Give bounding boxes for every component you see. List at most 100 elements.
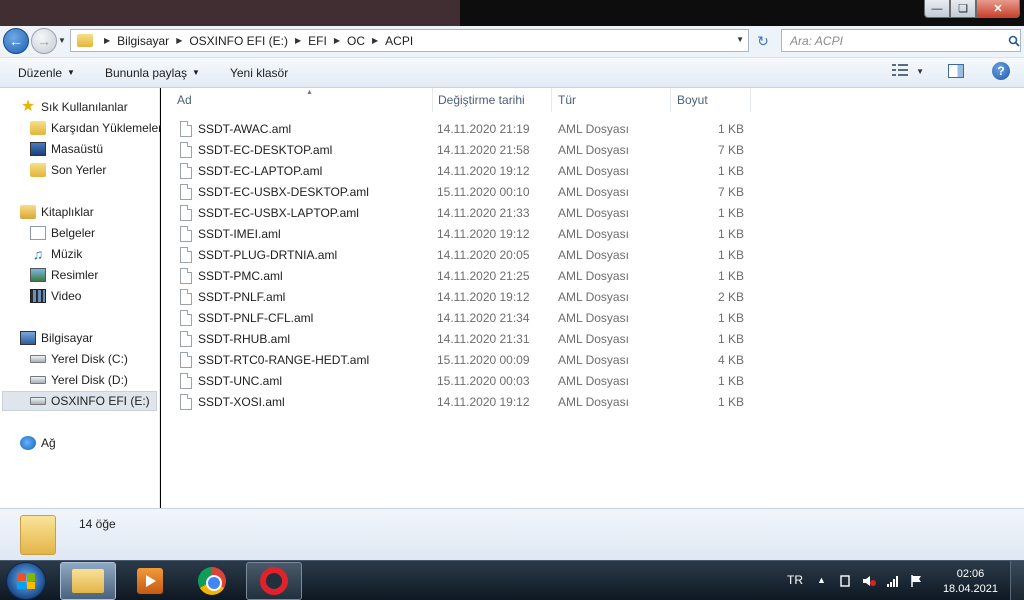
details-pane: 14 öğe bbox=[0, 508, 1024, 560]
table-row[interactable]: SSDT-EC-DESKTOP.aml 14.11.2020 21:58 AML D… bbox=[161, 140, 1024, 161]
table-row[interactable]: SSDT-PNLF-CFL.aml 14.11.2020 21:34 AML Dos… bbox=[161, 308, 1024, 329]
taskbar-explorer[interactable] bbox=[60, 562, 116, 600]
close-button[interactable]: ✕ bbox=[976, 0, 1020, 18]
breadcrumb-drive[interactable]: OSXINFO EFI (E:) bbox=[189, 34, 288, 48]
file-type: AML Dosyası bbox=[558, 311, 629, 325]
network-icon bbox=[20, 436, 36, 450]
column-header-label: Tür bbox=[558, 93, 576, 107]
file-name: SSDT-AWAC.aml bbox=[198, 122, 292, 136]
column-header-type[interactable]: Tür bbox=[552, 88, 671, 112]
breadcrumb-oc[interactable]: OC bbox=[347, 34, 365, 48]
search-icon[interactable] bbox=[1008, 35, 1020, 47]
address-dropdown-icon[interactable]: ▼ bbox=[736, 35, 744, 44]
sidebar-computer[interactable]: Bilgisayar bbox=[20, 328, 93, 348]
libraries-icon bbox=[20, 205, 36, 219]
breadcrumb-acpi[interactable]: ACPI bbox=[385, 34, 413, 48]
new-folder-button[interactable]: Yeni klasör bbox=[230, 66, 288, 80]
chevron-right-icon[interactable]: ▶ bbox=[104, 36, 110, 45]
opera-icon bbox=[260, 567, 288, 595]
view-options-icon[interactable] bbox=[892, 64, 909, 78]
file-size: 2 KB bbox=[717, 290, 744, 304]
sidebar-item-label: Video bbox=[51, 289, 82, 303]
chevron-right-icon[interactable]: ▶ bbox=[176, 36, 182, 45]
sidebar-network[interactable]: Ağ bbox=[20, 433, 56, 453]
organize-button[interactable]: Düzenle ▼ bbox=[18, 66, 75, 80]
view-dropdown-icon[interactable]: ▼ bbox=[916, 67, 924, 76]
file-name: SSDT-PMC.aml bbox=[198, 269, 283, 283]
sidebar-item-video[interactable]: Video bbox=[30, 286, 81, 306]
system-clock[interactable]: 02:06 18.04.2021 bbox=[943, 567, 998, 597]
file-type: AML Dosyası bbox=[558, 332, 629, 346]
help-icon[interactable]: ? bbox=[992, 62, 1010, 80]
file-size: 1 KB bbox=[717, 227, 744, 241]
sidebar-item-label: Kitaplıklar bbox=[41, 205, 94, 219]
share-button[interactable]: Bununla paylaş ▼ bbox=[105, 66, 200, 80]
start-button[interactable] bbox=[6, 562, 46, 600]
maximize-button[interactable]: ❏ bbox=[950, 0, 976, 18]
file-date: 14.11.2020 21:31 bbox=[437, 332, 530, 346]
sidebar-item-music[interactable]: ♫ Müzik bbox=[30, 244, 83, 264]
table-row[interactable]: SSDT-EC-LAPTOP.aml 14.11.2020 19:12 AML Do… bbox=[161, 161, 1024, 182]
documents-icon bbox=[30, 226, 46, 240]
chevron-right-icon[interactable]: ▶ bbox=[334, 36, 340, 45]
action-center-flag-icon[interactable] bbox=[910, 575, 924, 587]
sidebar-item-label: Resimler bbox=[51, 268, 99, 282]
table-row[interactable]: SSDT-EC-USBX-DESKTOP.aml 15.11.2020 00:10… bbox=[161, 182, 1024, 203]
file-type: AML Dosyası bbox=[558, 269, 629, 283]
taskbar-opera[interactable] bbox=[246, 562, 302, 600]
column-header-name[interactable]: Ad ▲ bbox=[171, 88, 433, 112]
file-size: 1 KB bbox=[717, 332, 744, 346]
table-row[interactable]: SSDT-EC-USBX-LAPTOP.aml 14.11.2020 21:33 A… bbox=[161, 203, 1024, 224]
language-indicator[interactable]: TR bbox=[787, 573, 803, 587]
address-bar[interactable]: ▶ Bilgisayar ▶ OSXINFO EFI (E:) ▶ EFI ▶ … bbox=[70, 29, 749, 52]
taskbar-chrome[interactable] bbox=[184, 562, 240, 600]
signal-icon[interactable] bbox=[886, 575, 900, 587]
show-hidden-icons-icon[interactable]: ▲ bbox=[817, 575, 826, 585]
file-date: 15.11.2020 00:09 bbox=[437, 353, 530, 367]
table-row[interactable]: SSDT-PMC.aml 14.11.2020 21:25 AML Dosyası 1… bbox=[161, 266, 1024, 287]
drive-icon bbox=[30, 355, 46, 363]
table-row[interactable]: SSDT-XOSI.aml 14.11.2020 19:12 AML Dosyası… bbox=[161, 392, 1024, 413]
table-row[interactable]: SSDT-AWAC.aml 14.11.2020 21:19 AML Dosyası… bbox=[161, 119, 1024, 140]
sidebar-libraries[interactable]: Kitaplıklar bbox=[20, 202, 94, 222]
table-row[interactable]: SSDT-IMEI.aml 14.11.2020 19:12 AML Dosyası… bbox=[161, 224, 1024, 245]
forward-button[interactable]: → bbox=[31, 28, 57, 54]
table-row[interactable]: SSDT-UNC.aml 15.11.2020 00:03 AML Dosyası 1… bbox=[161, 371, 1024, 392]
file-size: 1 KB bbox=[717, 164, 744, 178]
sidebar-item-downloads[interactable]: Karşıdan Yüklemeler bbox=[30, 118, 162, 138]
show-desktop-button[interactable] bbox=[1010, 561, 1024, 600]
minimize-button[interactable]: — bbox=[924, 0, 950, 18]
table-row[interactable]: SSDT-RHUB.aml 14.11.2020 21:31 AML Dosyası… bbox=[161, 329, 1024, 350]
sidebar-item-documents[interactable]: Belgeler bbox=[30, 223, 95, 243]
table-row[interactable]: SSDT-PLUG-DRTNIA.aml 14.11.2020 20:05 AML … bbox=[161, 245, 1024, 266]
usb-icon[interactable] bbox=[838, 575, 852, 587]
sidebar-item-pictures[interactable]: Resimler bbox=[30, 265, 98, 285]
search-input[interactable]: Ara: ACPI bbox=[781, 29, 1021, 52]
table-row[interactable]: SSDT-RTC0-RANGE-HEDT.aml 15.11.2020 00:09… bbox=[161, 350, 1024, 371]
recent-pages-dropdown[interactable]: ▼ bbox=[58, 36, 66, 45]
chevron-right-icon[interactable]: ▶ bbox=[372, 36, 378, 45]
sidebar-item-desktop[interactable]: Masaüstü bbox=[30, 139, 103, 159]
volume-muted-icon[interactable] bbox=[862, 575, 876, 587]
refresh-button[interactable]: ↻ bbox=[752, 31, 774, 51]
preview-pane-icon[interactable] bbox=[948, 64, 964, 78]
table-row[interactable]: SSDT-PNLF.aml 14.11.2020 19:12 AML Dosyası… bbox=[161, 287, 1024, 308]
sidebar-item-recent[interactable]: Son Yerler bbox=[30, 160, 106, 180]
sidebar-item-drive-c[interactable]: Yerel Disk (C:) bbox=[30, 349, 128, 369]
column-header-label: Ad bbox=[177, 93, 192, 107]
column-header-size[interactable]: Boyut bbox=[671, 88, 751, 112]
breadcrumb-computer[interactable]: Bilgisayar bbox=[117, 34, 169, 48]
sidebar-favorites[interactable]: ★ Sık Kullanılanlar bbox=[20, 97, 128, 117]
sidebar-item-drive-e[interactable]: OSXINFO EFI (E:) bbox=[2, 391, 157, 411]
back-button[interactable]: ← bbox=[3, 28, 29, 54]
media-player-icon bbox=[137, 568, 163, 594]
clock-date: 18.04.2021 bbox=[942, 583, 998, 595]
file-name: SSDT-PLUG-DRTNIA.aml bbox=[198, 248, 338, 262]
sidebar-item-drive-d[interactable]: Yerel Disk (D:) bbox=[30, 370, 128, 390]
new-folder-label: Yeni klasör bbox=[229, 65, 289, 80]
chevron-right-icon[interactable]: ▶ bbox=[295, 36, 301, 45]
column-header-date[interactable]: Değiştirme tarihi bbox=[432, 88, 552, 112]
breadcrumb-efi[interactable]: EFI bbox=[308, 34, 327, 48]
taskbar-media-player[interactable] bbox=[122, 562, 178, 600]
file-icon bbox=[180, 268, 192, 284]
